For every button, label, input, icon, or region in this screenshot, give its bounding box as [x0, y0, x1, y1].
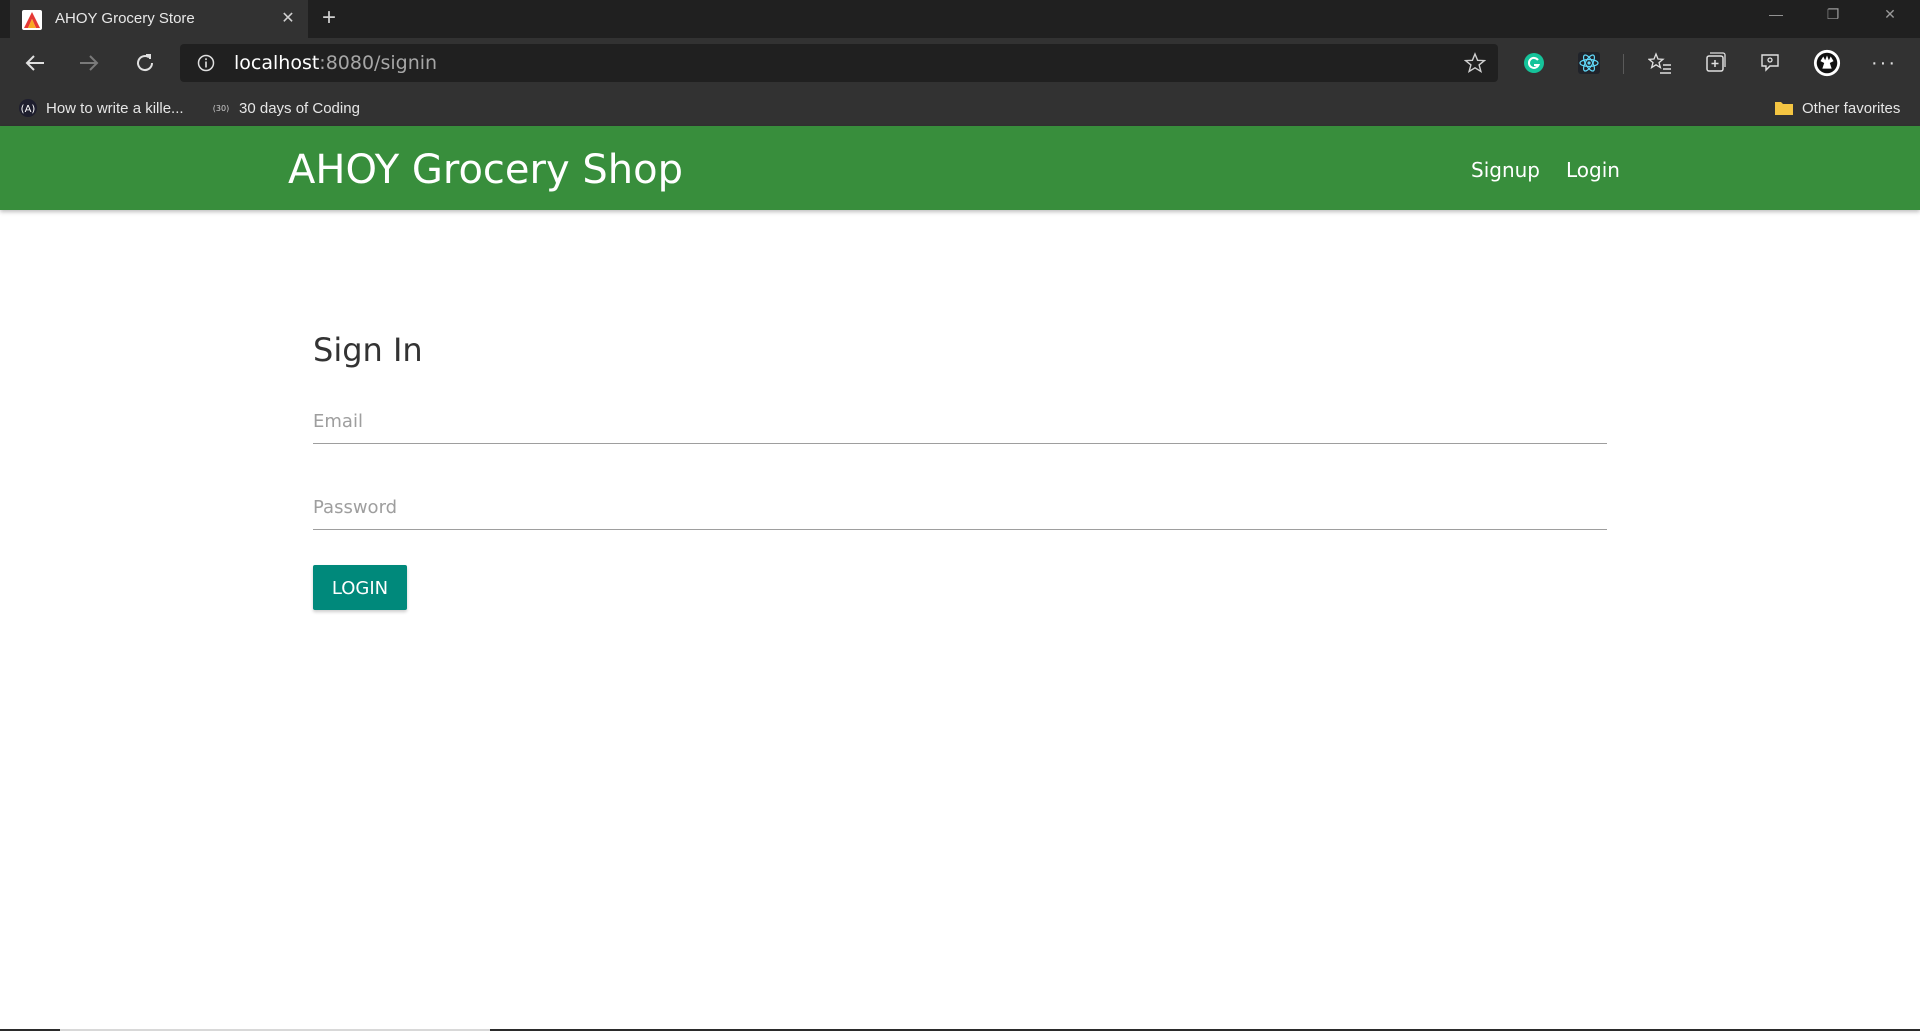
bookmark-label: How to write a kille... — [46, 99, 184, 117]
page-title: Sign In — [313, 331, 423, 369]
url-text: localhost:8080/signin — [234, 53, 437, 73]
nav-login-link[interactable]: Login — [1566, 158, 1620, 182]
more-options-icon[interactable]: ··· — [1870, 49, 1898, 77]
email-field[interactable] — [313, 400, 1607, 444]
address-bar[interactable]: localhost:8080/signin — [180, 44, 1498, 82]
other-favorites[interactable]: Other favorites — [1774, 97, 1900, 119]
minimize-icon[interactable]: — — [1748, 0, 1804, 30]
tab-title: AHOY Grocery Store — [55, 10, 195, 27]
other-favorites-label: Other favorites — [1802, 99, 1901, 117]
password-field[interactable] — [313, 486, 1607, 530]
react-devtools-icon[interactable] — [1575, 49, 1603, 77]
app-navbar: AHOY Grocery Shop Signup Login — [0, 126, 1920, 210]
favorites-list-icon[interactable] — [1646, 49, 1674, 77]
brand-logo[interactable]: AHOY Grocery Shop — [288, 148, 683, 192]
bookmark-item-1[interactable]: (30) 30 days of Coding — [211, 97, 360, 119]
bookmark-30-icon: (30) — [211, 98, 231, 118]
bookmark-site-icon: (A) — [18, 98, 38, 118]
toolbar-separator — [1623, 54, 1624, 74]
nav-signup-link[interactable]: Signup — [1471, 158, 1540, 182]
bookmarks-bar: (A) How to write a kille... (30) 30 days… — [0, 88, 1920, 126]
browser-toolbar: localhost:8080/signin ··· — [0, 38, 1920, 88]
svg-text:(30): (30) — [213, 104, 229, 113]
browser-tab-bar: AHOY Grocery Store ✕ + — ❐ ✕ — [0, 0, 1920, 38]
favorite-star-icon[interactable] — [1463, 52, 1487, 74]
browser-tab[interactable]: AHOY Grocery Store ✕ — [10, 0, 308, 38]
folder-icon — [1774, 98, 1794, 118]
svg-text:(A): (A) — [21, 104, 36, 115]
window-close-icon[interactable]: ✕ — [1862, 0, 1918, 30]
back-icon[interactable] — [18, 47, 52, 79]
profile-avatar-icon[interactable] — [1813, 49, 1841, 77]
tab-close-icon[interactable]: ✕ — [278, 9, 298, 29]
new-tab-button[interactable]: + — [316, 6, 342, 32]
site-info-icon[interactable] — [197, 54, 215, 72]
login-button[interactable]: LOGIN — [313, 565, 407, 610]
share-feedback-icon[interactable] — [1756, 49, 1784, 77]
collections-icon[interactable] — [1701, 49, 1729, 77]
forward-icon[interactable] — [72, 47, 106, 79]
url-path: :8080/signin — [319, 52, 438, 74]
url-host: localhost — [234, 52, 320, 74]
grammarly-icon[interactable] — [1520, 49, 1548, 77]
bookmark-label: 30 days of Coding — [239, 99, 360, 117]
refresh-icon[interactable] — [128, 47, 162, 79]
bookmark-item-0[interactable]: (A) How to write a kille... — [18, 97, 184, 119]
restore-icon[interactable]: ❐ — [1805, 0, 1861, 30]
tab-favicon-icon — [22, 10, 42, 30]
